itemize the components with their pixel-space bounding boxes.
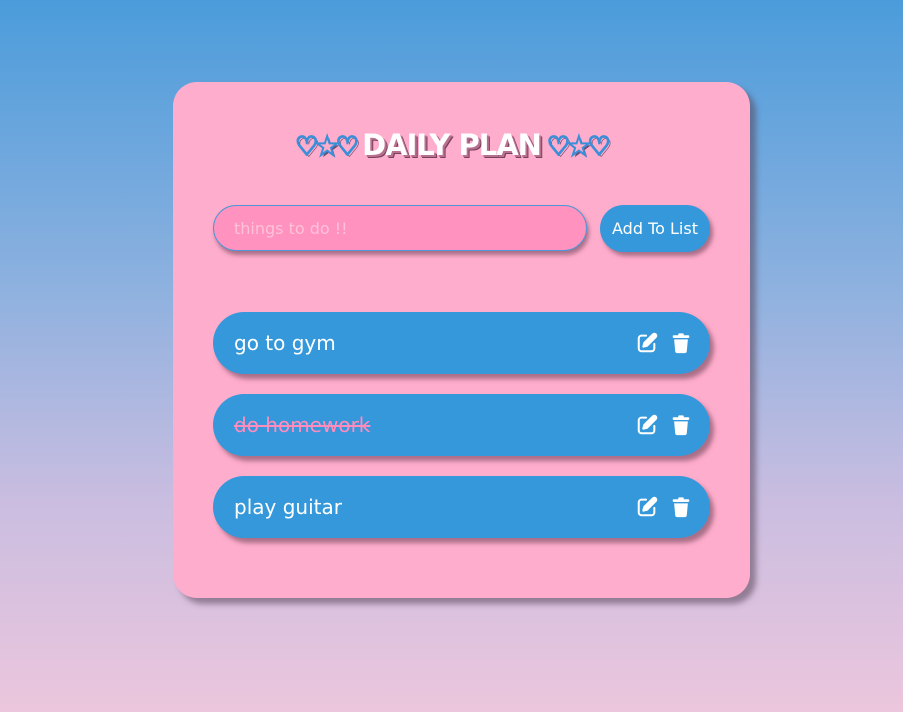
title-decoration-right: ♡★♡	[546, 131, 612, 163]
trash-icon[interactable]	[670, 414, 692, 436]
trash-icon[interactable]	[670, 496, 692, 518]
edit-icon[interactable]	[636, 414, 658, 436]
add-to-list-button[interactable]: Add To List	[600, 205, 710, 252]
page-title: ♡★♡ DAILY PLAN ♡★♡	[0, 128, 903, 163]
task-input[interactable]	[213, 205, 587, 251]
task-label[interactable]: do homework	[234, 413, 370, 437]
title-text: DAILY PLAN	[362, 128, 542, 162]
task-item: go to gym	[213, 312, 710, 374]
title-decoration-left: ♡★♡	[294, 131, 360, 163]
edit-icon[interactable]	[636, 496, 658, 518]
task-label[interactable]: go to gym	[234, 331, 336, 355]
task-label[interactable]: play guitar	[234, 495, 342, 519]
edit-icon[interactable]	[636, 332, 658, 354]
task-item: play guitar	[213, 476, 710, 538]
trash-icon[interactable]	[670, 332, 692, 354]
task-item: do homework	[213, 394, 710, 456]
